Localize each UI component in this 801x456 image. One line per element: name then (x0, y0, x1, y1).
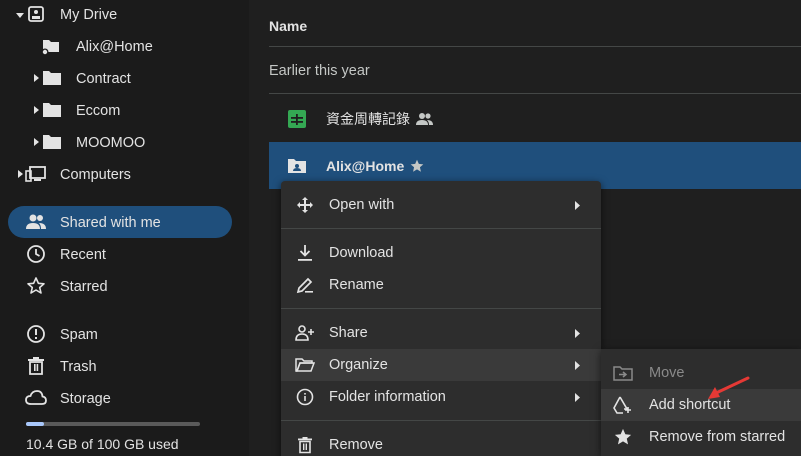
column-header-name[interactable]: Name (269, 18, 307, 34)
menu-remove[interactable]: Remove (281, 429, 601, 456)
menu-label: Organize (329, 357, 388, 373)
shared-people-icon (25, 211, 47, 233)
info-icon (295, 387, 315, 407)
drive-file-move-icon (613, 363, 633, 383)
nav-label: Recent (60, 247, 106, 263)
folder-open-icon (295, 355, 315, 375)
nav-storage[interactable]: Storage (0, 382, 249, 414)
nav-label: My Drive (60, 7, 118, 23)
menu-label: Open with (329, 197, 395, 213)
menu-label: Download (329, 245, 394, 261)
menu-organize[interactable]: Organize (281, 349, 601, 381)
submenu-arrow-icon (573, 360, 583, 370)
divider (269, 46, 801, 47)
add-shortcut-icon (613, 395, 633, 415)
tree-folder-alix-home[interactable]: Alix@Home (0, 30, 249, 62)
person-add-icon (295, 323, 315, 343)
nav-my-drive[interactable]: My Drive (0, 0, 249, 32)
submenu-arrow-icon (573, 328, 583, 338)
tree-folder-contract[interactable]: Contract (0, 62, 249, 94)
tree-folder-moomoo[interactable]: MOOMOO (0, 126, 249, 158)
nav-label: Spam (60, 327, 98, 343)
menu-folder-information[interactable]: Folder information (281, 381, 601, 413)
storage-bar (26, 422, 200, 426)
my-drive-icon (25, 3, 47, 25)
download-icon (295, 243, 315, 263)
menu-share[interactable]: Share (281, 317, 601, 349)
nav-label: Storage (60, 391, 111, 407)
tree-folder-eccom[interactable]: Eccom (0, 94, 249, 126)
menu-rename[interactable]: Rename (281, 269, 601, 301)
menu-label: Move (649, 365, 685, 381)
move-arrows-icon (295, 195, 315, 215)
computers-icon (25, 163, 47, 185)
file-name: 資金周轉記錄 (326, 110, 410, 127)
nav-starred[interactable]: Starred (0, 270, 249, 302)
nav-trash[interactable]: Trash (0, 350, 249, 382)
nav-label: Trash (60, 359, 97, 375)
shared-folder-icon (40, 35, 62, 57)
folder-label: MOOMOO (76, 135, 146, 151)
star-outline-icon (25, 275, 47, 297)
cloud-icon (25, 387, 47, 409)
folder-icon (41, 99, 63, 121)
file-name: Alix@Home (326, 157, 405, 174)
divider (269, 93, 801, 94)
submenu-arrow-icon (573, 200, 583, 210)
context-menu: Open with Download Rename Share Organize (281, 181, 601, 456)
menu-divider (281, 420, 601, 421)
menu-label: Folder information (329, 389, 446, 405)
menu-divider (281, 228, 601, 229)
shared-folder-icon (287, 156, 307, 176)
clock-icon (25, 243, 47, 265)
annotation-arrow-icon (708, 376, 750, 399)
folder-label: Eccom (76, 103, 121, 119)
submenu-remove-from-starred[interactable]: Remove from starred (601, 421, 801, 453)
storage-usage-text: 10.4 GB of 100 GB used (26, 436, 179, 452)
sidebar: My Drive Alix@Home Contract Eccom MOOMOO… (0, 0, 249, 456)
storage-bar-fill (26, 422, 45, 426)
nav-spam[interactable]: Spam (0, 318, 249, 350)
menu-download[interactable]: Download (281, 237, 601, 269)
spam-icon (25, 323, 47, 345)
folder-icon (41, 131, 63, 153)
menu-divider (281, 308, 601, 309)
star-filled-icon (613, 427, 633, 447)
menu-open-with[interactable]: Open with (281, 189, 601, 221)
menu-label: Remove (329, 437, 383, 453)
caret-down-icon[interactable] (15, 11, 25, 21)
trash-icon (25, 355, 47, 377)
menu-label: Share (329, 325, 368, 341)
pencil-icon (295, 275, 315, 295)
submenu-arrow-icon (573, 392, 583, 402)
nav-recent[interactable]: Recent (0, 238, 249, 270)
menu-label: Rename (329, 277, 384, 293)
trash-icon (295, 435, 315, 455)
nav-label: Computers (60, 167, 131, 183)
nav-label: Starred (60, 279, 108, 295)
file-row-spreadsheet[interactable]: 資金周轉記錄 (269, 95, 801, 142)
folder-label: Alix@Home (76, 39, 153, 55)
shared-people-icon (416, 110, 434, 128)
folder-icon (41, 67, 63, 89)
nav-computers[interactable]: Computers (0, 158, 249, 190)
folder-label: Contract (76, 71, 131, 87)
star-filled-icon[interactable] (408, 157, 426, 175)
sheets-icon (287, 109, 307, 129)
nav-shared-with-me[interactable]: Shared with me (0, 206, 249, 238)
nav-label: Shared with me (60, 215, 161, 231)
menu-label: Remove from starred (649, 429, 786, 445)
section-label: Earlier this year (269, 63, 370, 79)
